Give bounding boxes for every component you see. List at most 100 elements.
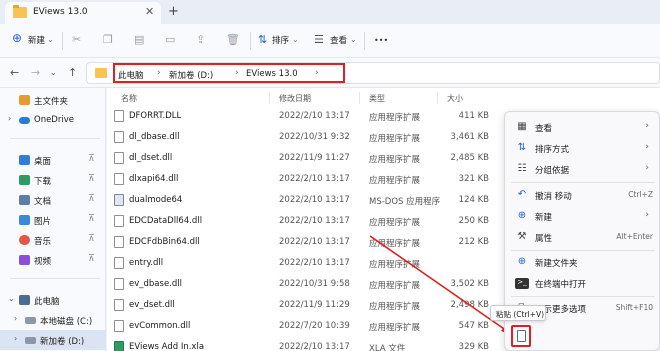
file-type: 应用程序扩展 — [369, 302, 421, 312]
column-header-type[interactable]: 类型 — [369, 93, 385, 104]
close-tab-icon[interactable]: ✕ — [145, 5, 154, 18]
new-tab-button[interactable]: + — [168, 4, 179, 19]
file-date: 2022/10/31 9:58 — [279, 279, 350, 289]
pin-icon[interactable]: ⊼ — [88, 254, 95, 264]
chevron-right-icon[interactable]: › — [235, 68, 239, 78]
menu-item-label: 新建文件夹 — [535, 259, 578, 269]
paste-button[interactable] — [511, 325, 531, 347]
breadcrumb-item-drive-d[interactable]: 新加卷 (D:) — [169, 69, 213, 81]
menu-item-undo[interactable]: ↶ 撤消 移动 Ctrl+Z — [505, 184, 660, 206]
navigation-pane: 主文件夹 › OneDrive 桌面 ⊼ 下载 ⊼ 文档 ⊼ 图片 ⊼ 音乐 ⊼… — [0, 88, 106, 351]
tab-title: EViews 13.0 — [33, 7, 88, 17]
sidebar-item-desktop[interactable]: 桌面 ⊼ — [0, 150, 106, 170]
menu-item-view[interactable]: ▦ 查看 › — [505, 116, 660, 138]
chevron-right-icon[interactable]: › — [14, 334, 17, 343]
pin-icon[interactable]: ⊼ — [88, 194, 95, 204]
divider — [511, 182, 655, 183]
undo-icon: ↶ — [517, 189, 527, 200]
paste-icon[interactable]: ▤ — [134, 33, 144, 46]
menu-item-new-folder[interactable]: ⊕ 新建文件夹 — [505, 251, 660, 273]
chevron-right-icon[interactable]: › — [8, 114, 11, 123]
chevron-right-icon[interactable]: › — [157, 68, 161, 78]
sidebar-item-documents[interactable]: 文档 ⊼ — [0, 190, 106, 210]
plus-circle-icon: ⊕ — [517, 210, 527, 221]
file-name: dl_dset.dll — [129, 153, 173, 163]
rename-icon[interactable]: ▭ — [165, 33, 175, 46]
pin-icon[interactable]: ⊼ — [88, 214, 95, 224]
sidebar-item-onedrive[interactable]: › OneDrive — [0, 110, 106, 130]
file-size: 3,461 KB — [450, 132, 489, 142]
menu-item-properties[interactable]: ⚒ 属性 Alt+Enter — [505, 226, 660, 248]
divider — [364, 32, 365, 50]
up-icon[interactable]: ↑ — [68, 66, 77, 79]
menu-item-new[interactable]: ⊕ 新建 › — [505, 205, 660, 227]
grid-icon: ▦ — [517, 121, 527, 132]
sidebar-item-pictures[interactable]: 图片 ⊼ — [0, 210, 106, 230]
menu-item-group[interactable]: ☷ 分组依据 › — [505, 158, 660, 180]
folder-icon — [13, 5, 27, 18]
divider[interactable] — [359, 92, 360, 104]
delete-icon[interactable]: 🗑 — [226, 33, 240, 46]
copy-icon[interactable]: ❐ — [103, 33, 113, 46]
highlight-dots — [512, 345, 530, 349]
sidebar-item-music[interactable]: 音乐 ⊼ — [0, 230, 106, 250]
sidebar-item-label: 本地磁盘 (C:) — [40, 317, 93, 327]
menu-item-sort[interactable]: ⇅ 排序方式 › — [505, 137, 660, 159]
column-header-date[interactable]: 修改日期 — [279, 93, 311, 104]
clipboard-icon — [517, 330, 526, 342]
sidebar-item-drive-c[interactable]: › 本地磁盘 (C:) — [0, 310, 106, 330]
file-size: 411 KB — [458, 111, 489, 121]
pin-icon[interactable]: ⊼ — [88, 174, 95, 184]
drive-icon — [25, 337, 36, 344]
divider[interactable] — [269, 92, 270, 104]
file-date: 2022/2/10 13:17 — [279, 258, 350, 268]
pin-icon[interactable]: ⊼ — [88, 234, 95, 244]
file-date: 2022/11/9 11:27 — [279, 153, 350, 163]
file-date: 2022/7/20 10:39 — [279, 321, 350, 331]
file-type: 应用程序扩展 — [369, 113, 421, 123]
view-button[interactable]: 查看 — [330, 34, 347, 46]
more-button[interactable]: ••• — [374, 36, 388, 45]
document-icon — [19, 195, 30, 205]
column-header-name[interactable]: 名称 — [121, 93, 137, 104]
breadcrumb-item-eviews[interactable]: EViews 13.0 — [246, 69, 298, 79]
file-name: ev_dbase.dll — [129, 279, 182, 289]
chevron-right-icon[interactable]: › — [315, 68, 319, 78]
sidebar-item-drive-d[interactable]: › 新加卷 (D:) — [0, 330, 106, 350]
file-icon — [114, 257, 124, 269]
chevron-right-icon[interactable]: › — [14, 314, 17, 323]
file-size: 2,485 KB — [450, 153, 489, 163]
new-folder-icon: ⊕ — [517, 256, 527, 267]
terminal-icon: >_ — [515, 278, 529, 289]
sidebar-item-label: OneDrive — [34, 115, 74, 125]
tab-eviews[interactable]: EViews 13.0 ✕ — [5, 2, 161, 24]
file-icon — [114, 278, 124, 290]
file-name: EDCFdbBin64.dll — [129, 237, 200, 247]
forward-icon[interactable]: → — [31, 66, 40, 79]
cut-icon[interactable]: ✂ — [72, 33, 81, 46]
address-bar[interactable]: 此电脑 › 新加卷 (D:) › EViews 13.0 › — [86, 62, 660, 84]
file-type: 应用程序扩展 — [369, 218, 421, 228]
sort-button[interactable]: 排序 — [272, 34, 289, 46]
chevron-down-icon[interactable]: ⌄ — [8, 294, 15, 303]
sidebar-item-label: 新加卷 (D:) — [40, 337, 85, 347]
breadcrumb-item-this-pc[interactable]: 此电脑 — [118, 69, 144, 81]
sidebar-item-downloads[interactable]: 下载 ⊼ — [0, 170, 106, 190]
view-icon: ☰ — [314, 33, 324, 46]
sidebar-item-home[interactable]: 主文件夹 — [0, 90, 106, 110]
file-type: 应用程序扩展 — [369, 155, 421, 165]
sidebar-item-label: 视频 — [34, 257, 52, 267]
sort-icon: ⇅ — [517, 142, 527, 153]
sidebar-item-this-pc[interactable]: ⌄ 此电脑 — [0, 290, 106, 310]
share-icon[interactable]: ⇪ — [196, 33, 205, 46]
recent-chevron-icon[interactable]: ⌄ — [50, 68, 57, 77]
divider[interactable] — [437, 92, 438, 104]
sidebar-item-label: 主文件夹 — [34, 97, 69, 107]
menu-item-label: 查看 — [535, 124, 553, 134]
column-header-size[interactable]: 大小 — [447, 93, 463, 104]
back-icon[interactable]: ← — [10, 66, 19, 79]
menu-item-open-terminal[interactable]: >_ 在终端中打开 — [505, 272, 660, 294]
pin-icon[interactable]: ⊼ — [88, 154, 95, 164]
new-button[interactable]: 新建 — [28, 34, 45, 46]
sidebar-item-videos[interactable]: 视频 ⊼ — [0, 250, 106, 270]
